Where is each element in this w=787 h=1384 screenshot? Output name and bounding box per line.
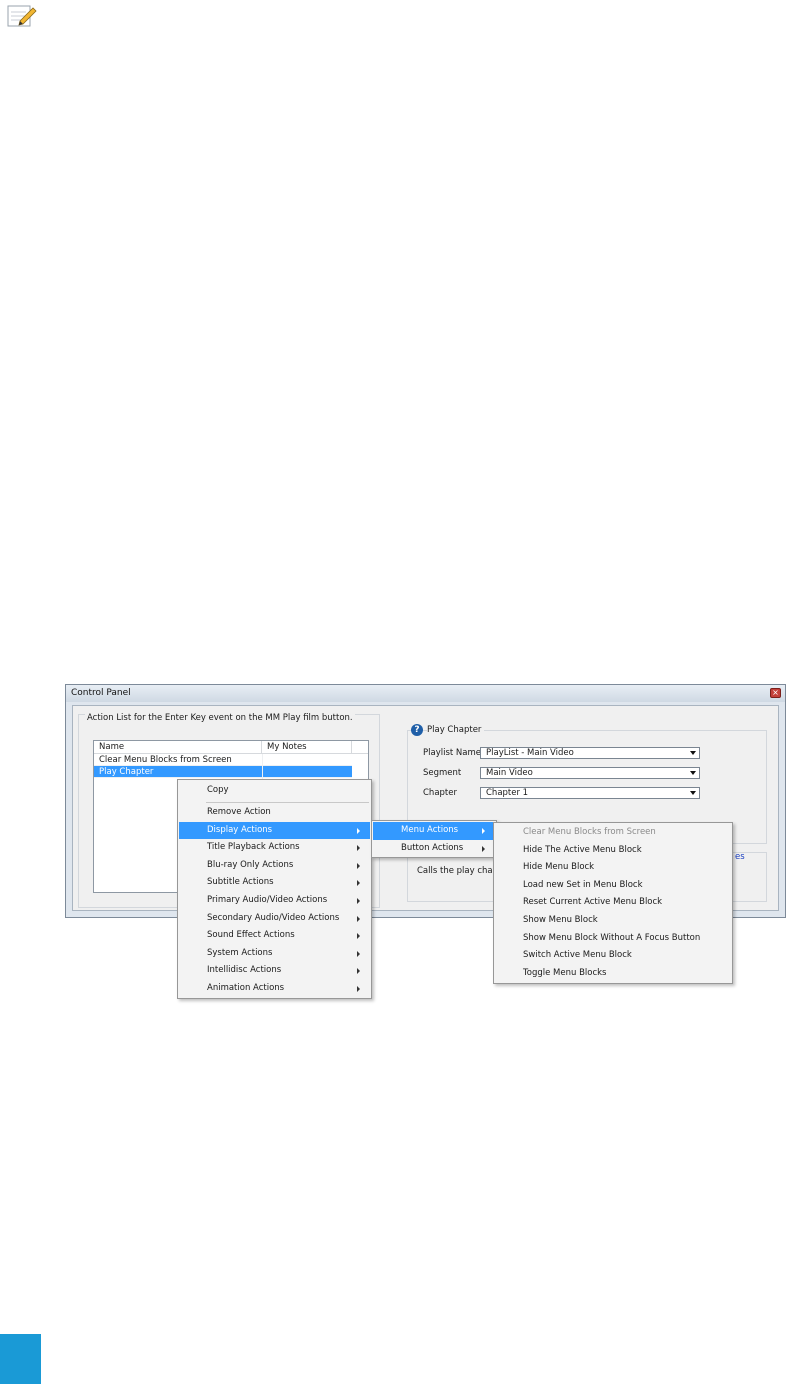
display-actions-submenu: Menu Actions Button Actions [371, 820, 497, 858]
segment-select[interactable]: Main Video [480, 767, 700, 779]
menu-item-bluray-only-actions[interactable]: Blu-ray Only Actions [179, 857, 370, 875]
title-bar[interactable]: Control Panel × [66, 685, 785, 702]
menu-item-hide-active-menu-block[interactable]: Hide The Active Menu Block [495, 842, 731, 860]
column-header-name[interactable]: Name [94, 741, 262, 754]
menu-item-clear-menu-blocks: Clear Menu Blocks from Screen [523, 827, 656, 837]
menu-item-copy[interactable]: Copy [179, 782, 370, 800]
menu-item-load-new-set[interactable]: Load new Set in Menu Block [495, 877, 731, 895]
menu-item-menu-actions[interactable]: Menu Actions [373, 822, 495, 840]
submenu-arrow-icon [482, 828, 485, 834]
menu-item-show-menu-block-no-focus[interactable]: Show Menu Block Without A Focus Button [495, 930, 731, 948]
menu-actions-submenu: Clear Menu Blocks from Screen Hide The A… [493, 822, 733, 984]
chapter-select[interactable]: Chapter 1 [480, 787, 700, 799]
submenu-arrow-icon [357, 845, 360, 852]
dropdown-arrow-icon [690, 771, 696, 775]
submenu-arrow-icon [357, 862, 360, 869]
submenu-arrow-icon [357, 898, 360, 904]
submenu-arrow-icon [357, 968, 360, 975]
menu-item-intellidisc-actions[interactable]: Intellidisc Actions [179, 962, 370, 980]
submenu-arrow-icon [482, 845, 485, 852]
list-item-selected[interactable]: Play Chapter [94, 766, 352, 778]
menu-item-switch-active-menu-block[interactable]: Switch Active Menu Block [495, 947, 731, 965]
menu-item-display-actions[interactable]: Display Actions [179, 821, 370, 840]
menu-item-remove-action[interactable]: Remove Action [179, 804, 370, 822]
menu-item-subtitle-actions[interactable]: Subtitle Actions [179, 874, 370, 892]
submenu-arrow-icon [357, 933, 360, 940]
submenu-arrow-icon [357, 827, 360, 834]
menu-item-reset-active-menu-block[interactable]: Reset Current Active Menu Block [495, 894, 731, 912]
play-chapter-title: Play Chapter [427, 725, 485, 735]
menu-item-sound-effect-actions[interactable]: Sound Effect Actions [179, 927, 370, 945]
segment-label: Segment [423, 768, 462, 778]
list-item[interactable]: Clear Menu Blocks from Screen [94, 754, 352, 766]
submenu-arrow-icon [357, 986, 360, 992]
menu-item-show-menu-block[interactable]: Show Menu Block [495, 912, 731, 930]
submenu-arrow-icon [357, 880, 360, 887]
playlist-name-select[interactable]: PlayList - Main Video [480, 747, 700, 759]
menu-item-secondary-av-actions[interactable]: Secondary Audio/Video Actions [179, 910, 370, 928]
dropdown-arrow-icon [690, 791, 696, 795]
submenu-arrow-icon [357, 915, 360, 922]
window-title: Control Panel [71, 688, 131, 698]
submenu-arrow-icon [357, 950, 360, 957]
menu-item-hide-menu-block[interactable]: Hide Menu Block [495, 859, 731, 877]
column-header-notes[interactable]: My Notes [262, 741, 352, 754]
column-header-spacer [352, 741, 368, 754]
chapter-label: Chapter [423, 788, 457, 798]
action-list-label: Action List for the Enter Key event on t… [85, 713, 355, 723]
menu-item-toggle-menu-blocks[interactable]: Toggle Menu Blocks [495, 965, 731, 983]
help-icon[interactable]: ? [411, 724, 423, 736]
menu-item-animation-actions[interactable]: Animation Actions [179, 980, 370, 998]
menu-separator [206, 802, 369, 803]
menu-item-system-actions[interactable]: System Actions [179, 945, 370, 963]
close-icon[interactable]: × [770, 688, 781, 698]
context-menu: Copy Remove Action Display Actions Title… [177, 779, 372, 999]
playlist-name-label: Playlist Name [423, 748, 481, 758]
menu-item-button-actions[interactable]: Button Actions [373, 840, 495, 858]
menu-item-title-playback-actions[interactable]: Title Playback Actions [179, 839, 370, 857]
dropdown-arrow-icon [690, 751, 696, 755]
note-pencil-icon [7, 5, 37, 27]
description-link[interactable]: es [735, 852, 745, 862]
menu-item-primary-av-actions[interactable]: Primary Audio/Video Actions [179, 892, 370, 910]
accent-square [0, 1334, 41, 1384]
